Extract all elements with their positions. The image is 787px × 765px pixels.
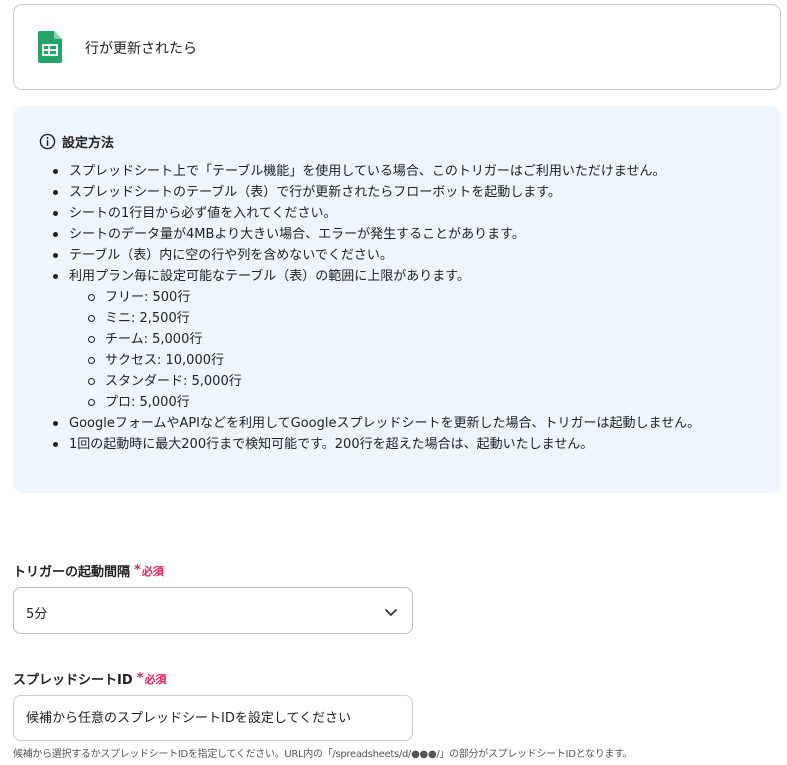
info-list: スプレッドシート上で「テーブル機能」を使用している場合、このトリガーはご利用いた… bbox=[13, 161, 700, 455]
info-item: シートのデータ量が4MBより大きい場合、エラーが発生することがあります。 bbox=[13, 224, 700, 245]
info-header: 設定方法 bbox=[39, 132, 114, 151]
required-badge: 必須 bbox=[141, 564, 164, 578]
info-item: スプレッドシート上で「テーブル機能」を使用している場合、このトリガーはご利用いた… bbox=[13, 161, 700, 182]
trigger-title: 行が更新されたら bbox=[85, 41, 197, 57]
info-title: 設定方法 bbox=[62, 136, 115, 151]
interval-label: トリガーの起動間隔 * 必須 bbox=[13, 561, 164, 580]
info-box: 設定方法 スプレッドシート上で「テーブル機能」を使用している場合、このトリガーは… bbox=[13, 106, 781, 493]
info-item: テーブル（表）内に空の行や列を含めないでください。 bbox=[13, 245, 700, 266]
info-subitem: プロ: 5,000行 bbox=[13, 392, 700, 413]
info-subitem: スタンダード: 5,000行 bbox=[13, 371, 700, 392]
interval-select[interactable]: 5分 bbox=[13, 587, 413, 634]
required-asterisk: * bbox=[136, 671, 144, 686]
info-subitem: フリー: 500行 bbox=[13, 287, 700, 308]
interval-label-text: トリガーの起動間隔 bbox=[13, 565, 131, 580]
info-circle-icon bbox=[39, 133, 56, 150]
spreadsheet-id-input[interactable] bbox=[13, 695, 413, 741]
spreadsheet-id-label-text: スプレッドシートID bbox=[13, 673, 133, 688]
info-item: シートの1行目から必ず値を入れてください。 bbox=[13, 203, 700, 224]
spreadsheet-id-help: 候補から選択するかスプレッドシートIDを指定してください。URL内の「/spre… bbox=[13, 749, 633, 760]
info-item: GoogleフォームやAPIなどを利用してGoogleスプレッドシートを更新した… bbox=[13, 413, 700, 434]
required-badge: 必須 bbox=[144, 672, 167, 686]
chevron-down-icon bbox=[385, 609, 397, 616]
google-sheets-icon bbox=[38, 31, 62, 63]
required-asterisk: * bbox=[134, 563, 141, 578]
trigger-card[interactable]: 行が更新されたら bbox=[13, 4, 781, 90]
info-item: スプレッドシートのテーブル（表）で行が更新されたらフローボットを起動します。 bbox=[13, 182, 700, 203]
interval-select-value: 5分 bbox=[26, 607, 48, 622]
info-item: 利用プラン毎に設定可能なテーブル（表）の範囲に上限があります。 bbox=[13, 266, 700, 287]
info-item: 1回の起動時に最大200行まで検知可能です。200行を超えた場合は、起動いたしま… bbox=[13, 434, 700, 455]
info-subitem: サクセス: 10,000行 bbox=[13, 350, 700, 371]
info-subitem: ミニ: 2,500行 bbox=[13, 308, 700, 329]
info-subitem: チーム: 5,000行 bbox=[13, 329, 700, 350]
spreadsheet-id-label: スプレッドシートID * 必須 bbox=[13, 669, 166, 688]
